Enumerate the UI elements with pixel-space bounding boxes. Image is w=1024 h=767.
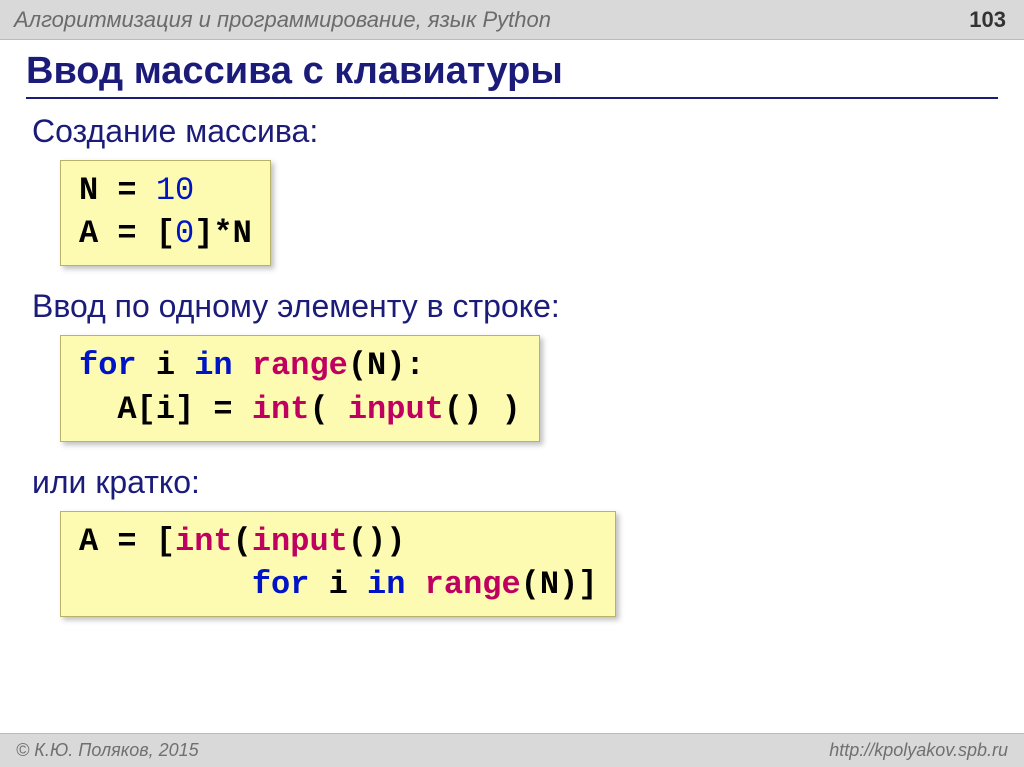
code-token: input <box>252 523 348 560</box>
code-token <box>405 566 424 603</box>
code-token: () ) <box>444 391 521 428</box>
code-token: N <box>79 172 98 209</box>
code-token: 10 <box>156 172 194 209</box>
code-token <box>79 566 252 603</box>
code-token: A <box>79 215 98 252</box>
code-token: i <box>309 566 367 603</box>
code-token: range <box>425 566 521 603</box>
code-token: in <box>194 347 232 384</box>
section-create-array: Создание массива: <box>32 113 998 150</box>
code-token: = [ <box>98 215 175 252</box>
code-token: i <box>137 347 195 384</box>
slide-content: Ввод массива с клавиатуры Создание масси… <box>0 40 1024 631</box>
slide-title: Ввод массива с клавиатуры <box>26 50 998 99</box>
section-input-loop: Ввод по одному элементу в строке: <box>32 288 998 325</box>
code-token: 0 <box>175 215 194 252</box>
code-token: = [ <box>98 523 175 560</box>
section-short-form: или кратко: <box>32 464 998 501</box>
code-token: ( <box>233 523 252 560</box>
code-token: = <box>98 172 156 209</box>
footer-copyright: © К.Ю. Поляков, 2015 <box>16 740 199 761</box>
footer-url: http://kpolyakov.spb.ru <box>829 740 1008 761</box>
code-token <box>233 347 252 384</box>
page-number: 103 <box>969 7 1006 33</box>
code-block-1: N = 10 A = [0]*N <box>60 160 271 266</box>
code-token: int <box>252 391 310 428</box>
slide-footer: © К.Ю. Поляков, 2015 http://kpolyakov.sp… <box>0 733 1024 767</box>
code-token: (N)] <box>521 566 598 603</box>
code-token: range <box>252 347 348 384</box>
code-block-3: A = [int(input()) for i in range(N)] <box>60 511 616 617</box>
code-token: int <box>175 523 233 560</box>
header-title: Алгоритмизация и программирование, язык … <box>14 7 551 33</box>
slide-header: Алгоритмизация и программирование, язык … <box>0 0 1024 40</box>
code-block-2: for i in range(N): A[i] = int( input() ) <box>60 335 540 441</box>
code-token: A <box>79 523 98 560</box>
code-token: ( <box>309 391 347 428</box>
code-token: (N): <box>348 347 425 384</box>
code-token: for <box>79 347 137 384</box>
code-token: = <box>194 391 252 428</box>
code-token: in <box>367 566 405 603</box>
code-token: A[i] <box>79 391 194 428</box>
code-token: for <box>252 566 310 603</box>
code-token: ()) <box>348 523 406 560</box>
code-token: ]*N <box>194 215 252 252</box>
code-token: input <box>348 391 444 428</box>
